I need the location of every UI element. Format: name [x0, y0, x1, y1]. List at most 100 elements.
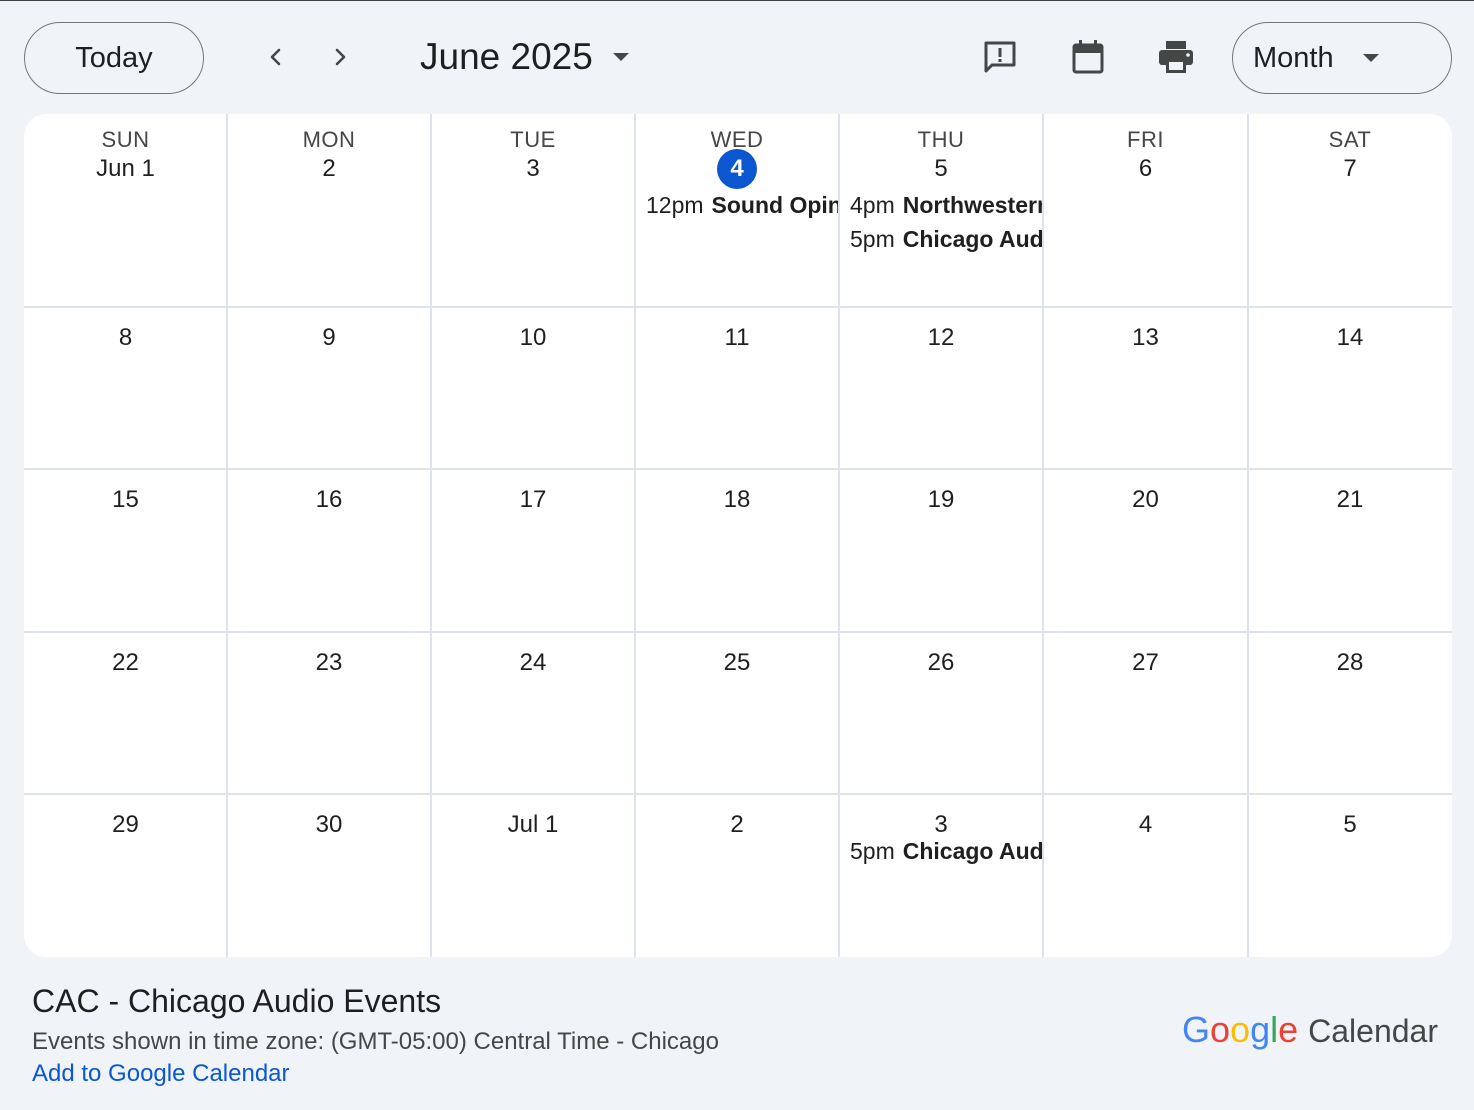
day-cell[interactable]: 17: [432, 470, 634, 631]
date-number[interactable]: 21: [1337, 486, 1364, 513]
date-number[interactable]: 22: [112, 649, 139, 676]
add-to-google-calendar-link[interactable]: Add to Google Calendar: [32, 1060, 290, 1088]
day-cell[interactable]: 16: [228, 470, 430, 631]
date-number-wrapper: 16: [228, 486, 430, 514]
weekday-header: SAT: [1328, 127, 1372, 152]
day-cell[interactable]: 29: [25, 795, 226, 956]
date-number[interactable]: 17: [520, 486, 547, 513]
date-number[interactable]: 3: [934, 811, 947, 838]
open-calendar-button[interactable]: [1068, 37, 1108, 77]
day-cell[interactable]: 19: [840, 470, 1042, 631]
day-cell[interactable]: 18: [636, 470, 838, 631]
date-number[interactable]: 28: [1337, 649, 1364, 676]
print-button[interactable]: [1156, 37, 1196, 77]
day-cell[interactable]: SUN Jun 1: [25, 115, 226, 306]
day-cell[interactable]: 14: [1249, 308, 1451, 468]
date-number[interactable]: 13: [1132, 324, 1159, 351]
date-number[interactable]: Jul 1: [508, 811, 559, 838]
day-cell[interactable]: 9: [228, 308, 430, 468]
date-number[interactable]: 25: [724, 649, 751, 676]
event-chip[interactable]: 12pm Sound Opinions: [646, 192, 838, 222]
date-number[interactable]: 2: [730, 811, 743, 838]
day-cell[interactable]: 25: [636, 633, 838, 793]
day-cell[interactable]: Jul 1: [432, 795, 634, 956]
next-month-button[interactable]: [320, 35, 360, 79]
date-number-wrapper: 3: [840, 811, 1042, 839]
day-cell[interactable]: 4: [1044, 795, 1247, 956]
day-cell[interactable]: 30: [228, 795, 430, 956]
date-number[interactable]: 10: [520, 324, 547, 351]
day-cell[interactable]: TUE 3: [432, 115, 634, 306]
event-chip[interactable]: 5pm Chicago Audio: [850, 226, 1042, 256]
day-cell[interactable]: 12: [840, 308, 1042, 468]
date-number[interactable]: 20: [1132, 486, 1159, 513]
event-time: 4pm: [850, 192, 895, 218]
date-number[interactable]: Jun 1: [96, 155, 155, 182]
view-selector-label: Month: [1253, 41, 1334, 74]
day-cell[interactable]: 10: [432, 308, 634, 468]
day-cell[interactable]: 28: [1249, 633, 1451, 793]
date-number[interactable]: 3: [526, 155, 539, 182]
event-chip[interactable]: 4pm Northwestern: [850, 192, 1042, 222]
date-number[interactable]: 7: [1343, 155, 1356, 182]
date-number[interactable]: 9: [322, 324, 335, 351]
feedback-button[interactable]: [980, 37, 1020, 77]
date-number[interactable]: 12: [928, 324, 955, 351]
date-number[interactable]: 2: [322, 155, 335, 182]
date-number[interactable]: 11: [725, 324, 750, 351]
day-cell[interactable]: 24: [432, 633, 634, 793]
event-title: Northwestern: [902, 192, 1042, 218]
day-cell[interactable]: WED412pmSound Opinions: [636, 115, 838, 306]
event-chip[interactable]: 5pm Chicago Audio: [850, 838, 1042, 868]
date-number[interactable]: 16: [316, 486, 343, 513]
previous-month-button[interactable]: [256, 35, 296, 79]
today-button[interactable]: Today: [24, 22, 204, 94]
day-cell[interactable]: 27: [1044, 633, 1247, 793]
date-number[interactable]: 14: [1337, 324, 1364, 351]
day-cell[interactable]: 8: [25, 308, 226, 468]
date-number[interactable]: 5: [934, 155, 947, 182]
date-number[interactable]: 18: [724, 486, 751, 513]
google-calendar-logo[interactable]: Google Calendar: [1182, 1009, 1438, 1053]
day-cell[interactable]: 20: [1044, 470, 1247, 631]
date-number[interactable]: 27: [1132, 649, 1159, 676]
day-cell[interactable]: SAT 7: [1249, 115, 1451, 306]
day-cell[interactable]: 3 5pm Chicago Audio: [840, 795, 1042, 956]
date-number[interactable]: 26: [928, 649, 955, 676]
day-cell[interactable]: 2: [636, 795, 838, 956]
month-grid: SUNJun 1MON2TUE3WED412pmSound OpinionsTH…: [24, 114, 1452, 957]
weekday-header: SUN: [101, 127, 150, 152]
day-cell[interactable]: 22: [25, 633, 226, 793]
date-number[interactable]: 4: [1139, 811, 1152, 838]
print-icon: [1159, 41, 1193, 73]
day-cell[interactable]: 11: [636, 308, 838, 468]
event-title: Sound Opinions: [711, 192, 838, 218]
day-cell[interactable]: FRI 6: [1044, 115, 1247, 306]
view-selector-button[interactable]: Month: [1232, 22, 1452, 94]
date-number[interactable]: 6: [1139, 155, 1152, 182]
month-picker[interactable]: June 2025: [420, 35, 631, 79]
date-number[interactable]: 5: [1343, 811, 1356, 838]
day-cell[interactable]: 15: [25, 470, 226, 631]
day-cell[interactable]: MON 2: [228, 115, 430, 306]
today-date-number[interactable]: 4: [717, 149, 757, 189]
day-cell[interactable]: 23: [228, 633, 430, 793]
date-number-wrapper: Jul 1: [432, 811, 634, 839]
day-cell[interactable]: 21: [1249, 470, 1451, 631]
date-number[interactable]: 23: [316, 649, 343, 676]
timezone-text: Events shown in time zone: (GMT-05:00) C…: [32, 1028, 719, 1055]
day-cell[interactable]: 5: [1249, 795, 1451, 956]
date-number[interactable]: 8: [119, 324, 132, 351]
date-number-wrapper: 27: [1044, 649, 1247, 677]
day-cell[interactable]: 26: [840, 633, 1042, 793]
date-number-wrapper: 19: [840, 486, 1042, 514]
date-number-wrapper: 4: [636, 149, 838, 189]
day-cell[interactable]: 13: [1044, 308, 1247, 468]
day-cell[interactable]: THU 5 4pm Northwestern 5pm Chicago Audio: [840, 115, 1042, 306]
date-number-wrapper: 2: [228, 155, 430, 183]
date-number[interactable]: 30: [316, 811, 343, 838]
date-number[interactable]: 15: [112, 486, 139, 513]
date-number[interactable]: 29: [112, 811, 139, 838]
date-number[interactable]: 24: [520, 649, 547, 676]
date-number[interactable]: 19: [928, 486, 955, 513]
